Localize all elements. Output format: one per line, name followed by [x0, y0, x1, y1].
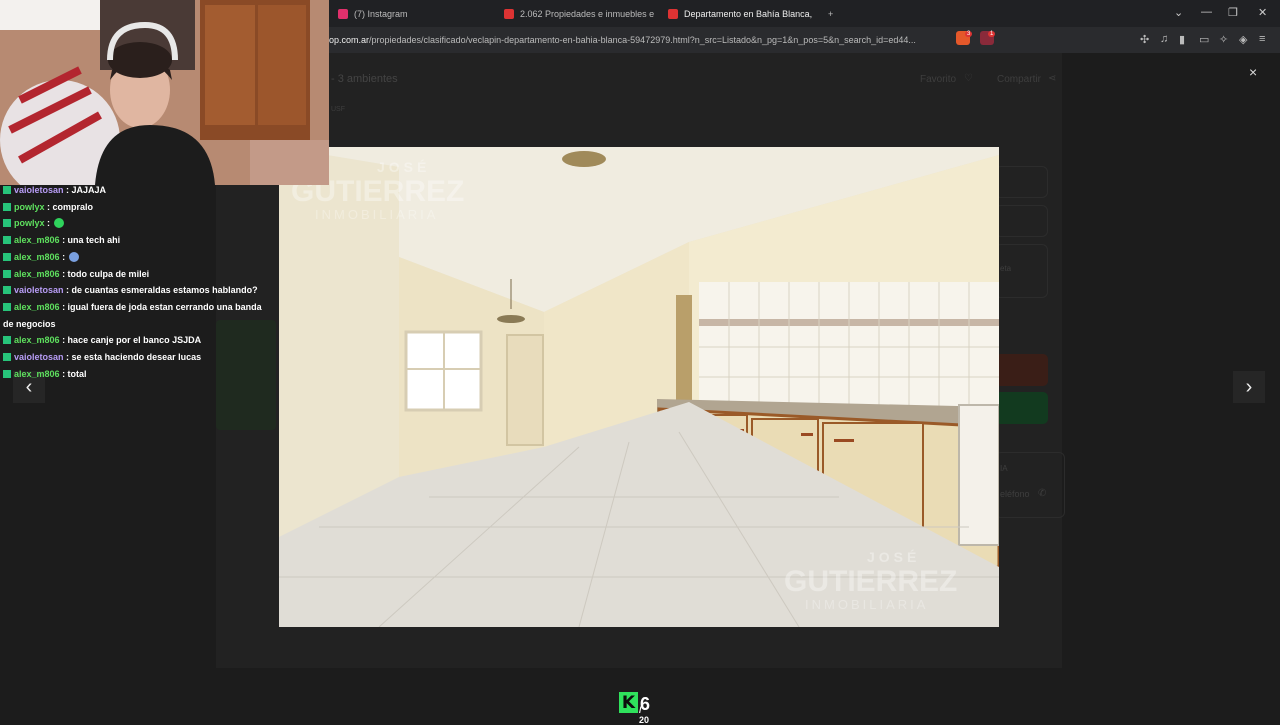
url-host: rop.com.ar [326, 35, 370, 45]
chat-text: : [62, 251, 66, 262]
chat-username[interactable]: vaioletosan [14, 352, 64, 362]
chat-username[interactable]: alex_m806 [14, 369, 60, 379]
puzzle-icon[interactable]: ✣ [1140, 33, 1149, 46]
chat-message: alex_m806 : [0, 249, 270, 266]
chat-badge-icon [3, 353, 11, 362]
chat-text: : JAJAJA [66, 185, 107, 195]
watermark-top: JOSÉ [867, 549, 921, 565]
vpn-icon[interactable]: ◈ [1239, 33, 1247, 46]
chat-badge-icon [3, 302, 11, 311]
tab-label: (7) Instagram [354, 9, 408, 19]
chat-username[interactable]: alex_m806 [14, 302, 60, 312]
chat-username[interactable]: powlyx [14, 218, 45, 228]
chat-badge-icon [3, 252, 11, 261]
chat-text: : se esta haciendo desear lucas [66, 352, 202, 363]
emote-icon [54, 218, 65, 229]
contact-name-field[interactable] [995, 166, 1048, 198]
phone-link[interactable]: eléfono [1000, 489, 1030, 499]
favorite-button[interactable]: Favorito [920, 74, 956, 85]
chevron-right-icon: › [1245, 375, 1253, 398]
tab-search-icon[interactable]: ⌄ [1174, 6, 1183, 19]
whatsapp-button[interactable] [995, 392, 1048, 424]
chat-text: : de cuantas esmeraldas estamos hablando… [66, 285, 258, 296]
chat-username[interactable]: alex_m806 [14, 252, 60, 262]
chat-message: powlyx : [0, 215, 270, 232]
chat-username[interactable]: alex_m806 [14, 335, 60, 345]
tab-label: 2.062 Propiedades e inmuebles en B [520, 9, 654, 19]
chat-username[interactable]: vaioletosan [14, 185, 64, 195]
watermark-sub: INMOBILIARIA [315, 207, 439, 222]
chat-message: vaioletosan : se esta haciendo desear lu… [0, 349, 270, 366]
total-photo-count: / 20 [639, 705, 650, 725]
chat-badge-icon [3, 269, 11, 278]
url-field[interactable]: rop.com.ar/propiedades/clasificado/vecla… [326, 31, 946, 49]
listing-title: - 3 ambientes [331, 73, 398, 85]
chat-username[interactable]: alex_m806 [14, 235, 60, 245]
message-placeholder: eta [1000, 264, 1012, 273]
chat-username[interactable]: alex_m806 [14, 269, 60, 279]
new-tab-button[interactable]: + [828, 4, 833, 24]
gallery-next-button[interactable]: › [1233, 371, 1265, 403]
listing-subtitle: USF [331, 106, 345, 113]
watermark-main: GUTIERREZ [784, 565, 958, 598]
chat-text: : [47, 218, 51, 229]
advertiser-label: IA [1000, 464, 1008, 473]
heart-icon[interactable]: ♡ [964, 73, 973, 84]
contact-email-field[interactable] [995, 205, 1048, 237]
chat-badge-icon [3, 219, 11, 228]
chat-username[interactable]: vaioletosan [14, 285, 64, 295]
leo-icon[interactable]: ✧ [1219, 33, 1228, 46]
chat-message: alex_m806 : todo culpa de milei [0, 266, 270, 283]
share-icon[interactable]: ⋖ [1048, 73, 1056, 84]
chat-message: vaioletosan : de cuantas esmeraldas esta… [0, 282, 270, 299]
kick-logo-icon: K [619, 692, 638, 713]
share-button[interactable]: Compartir [997, 74, 1041, 85]
instagram-icon [338, 9, 348, 19]
chat-text: : total [62, 368, 87, 379]
chat-message: alex_m806 : total [0, 366, 270, 383]
wallet-icon[interactable]: ▭ [1199, 33, 1209, 46]
chat-message: alex_m806 : igual fuera de joda estan ce… [0, 299, 270, 332]
chat-badge-icon [3, 336, 11, 345]
menu-icon[interactable]: ≡ [1259, 33, 1265, 45]
chat-message: alex_m806 : una tech ahi [0, 232, 270, 249]
site-favicon-icon [504, 9, 514, 19]
chat-text: : todo culpa de milei [62, 268, 150, 279]
chat-badge-icon [3, 202, 11, 211]
tab-instagram[interactable]: (7) Instagram [338, 4, 488, 24]
chat-badge-icon [3, 286, 11, 295]
stream-chat: vaioletosan : JAJAJA powlyx : compralo pow… [0, 182, 270, 382]
gallery-photo: JOSÉ GUTIERREZ INMOBILIARIA JOSÉ GUTIERR… [279, 147, 999, 627]
site-favicon-icon [668, 9, 678, 19]
watermark-top: JOSÉ [377, 159, 431, 175]
chat-badge-icon [3, 369, 11, 378]
watermark-sub: INMOBILIARIA [805, 597, 929, 612]
tab-label: Departamento en Bahía Blanca, [684, 9, 813, 19]
streamer-webcam [0, 0, 329, 185]
minimize-button[interactable]: — [1201, 6, 1212, 18]
close-gallery-button[interactable]: × [1249, 64, 1257, 80]
sidebar-icon[interactable]: ▮ [1179, 33, 1185, 46]
gallery-counter: K 6 / 20 [619, 692, 650, 725]
emote-icon [69, 251, 80, 262]
close-window-button[interactable]: ✕ [1258, 6, 1267, 19]
chat-text: : compralo [47, 201, 94, 212]
chat-text: : hace canje por el banco JSJDA [62, 335, 202, 346]
chat-message: alex_m806 : hace canje por el banco JSJD… [0, 332, 270, 349]
music-icon[interactable]: ♫ [1160, 33, 1168, 45]
chat-badge-icon [3, 186, 11, 194]
url-path: /propiedades/clasificado/veclapin-depart… [369, 35, 916, 45]
chat-text: : una tech ahi [62, 235, 121, 246]
tab-listings[interactable]: 2.062 Propiedades e inmuebles en B [504, 4, 654, 24]
tab-departamento[interactable]: Departamento en Bahía Blanca, × [668, 4, 818, 24]
chat-username[interactable]: powlyx [14, 202, 45, 212]
chat-message: powlyx : compralo [0, 199, 270, 216]
chat-badge-icon [3, 236, 11, 245]
maximize-button[interactable]: ❐ [1228, 6, 1238, 19]
phone-icon[interactable]: ✆ [1038, 488, 1046, 499]
chat-message: vaioletosan : JAJAJA [0, 182, 270, 199]
contact-button[interactable] [995, 354, 1048, 386]
advertiser-card [995, 452, 1065, 518]
